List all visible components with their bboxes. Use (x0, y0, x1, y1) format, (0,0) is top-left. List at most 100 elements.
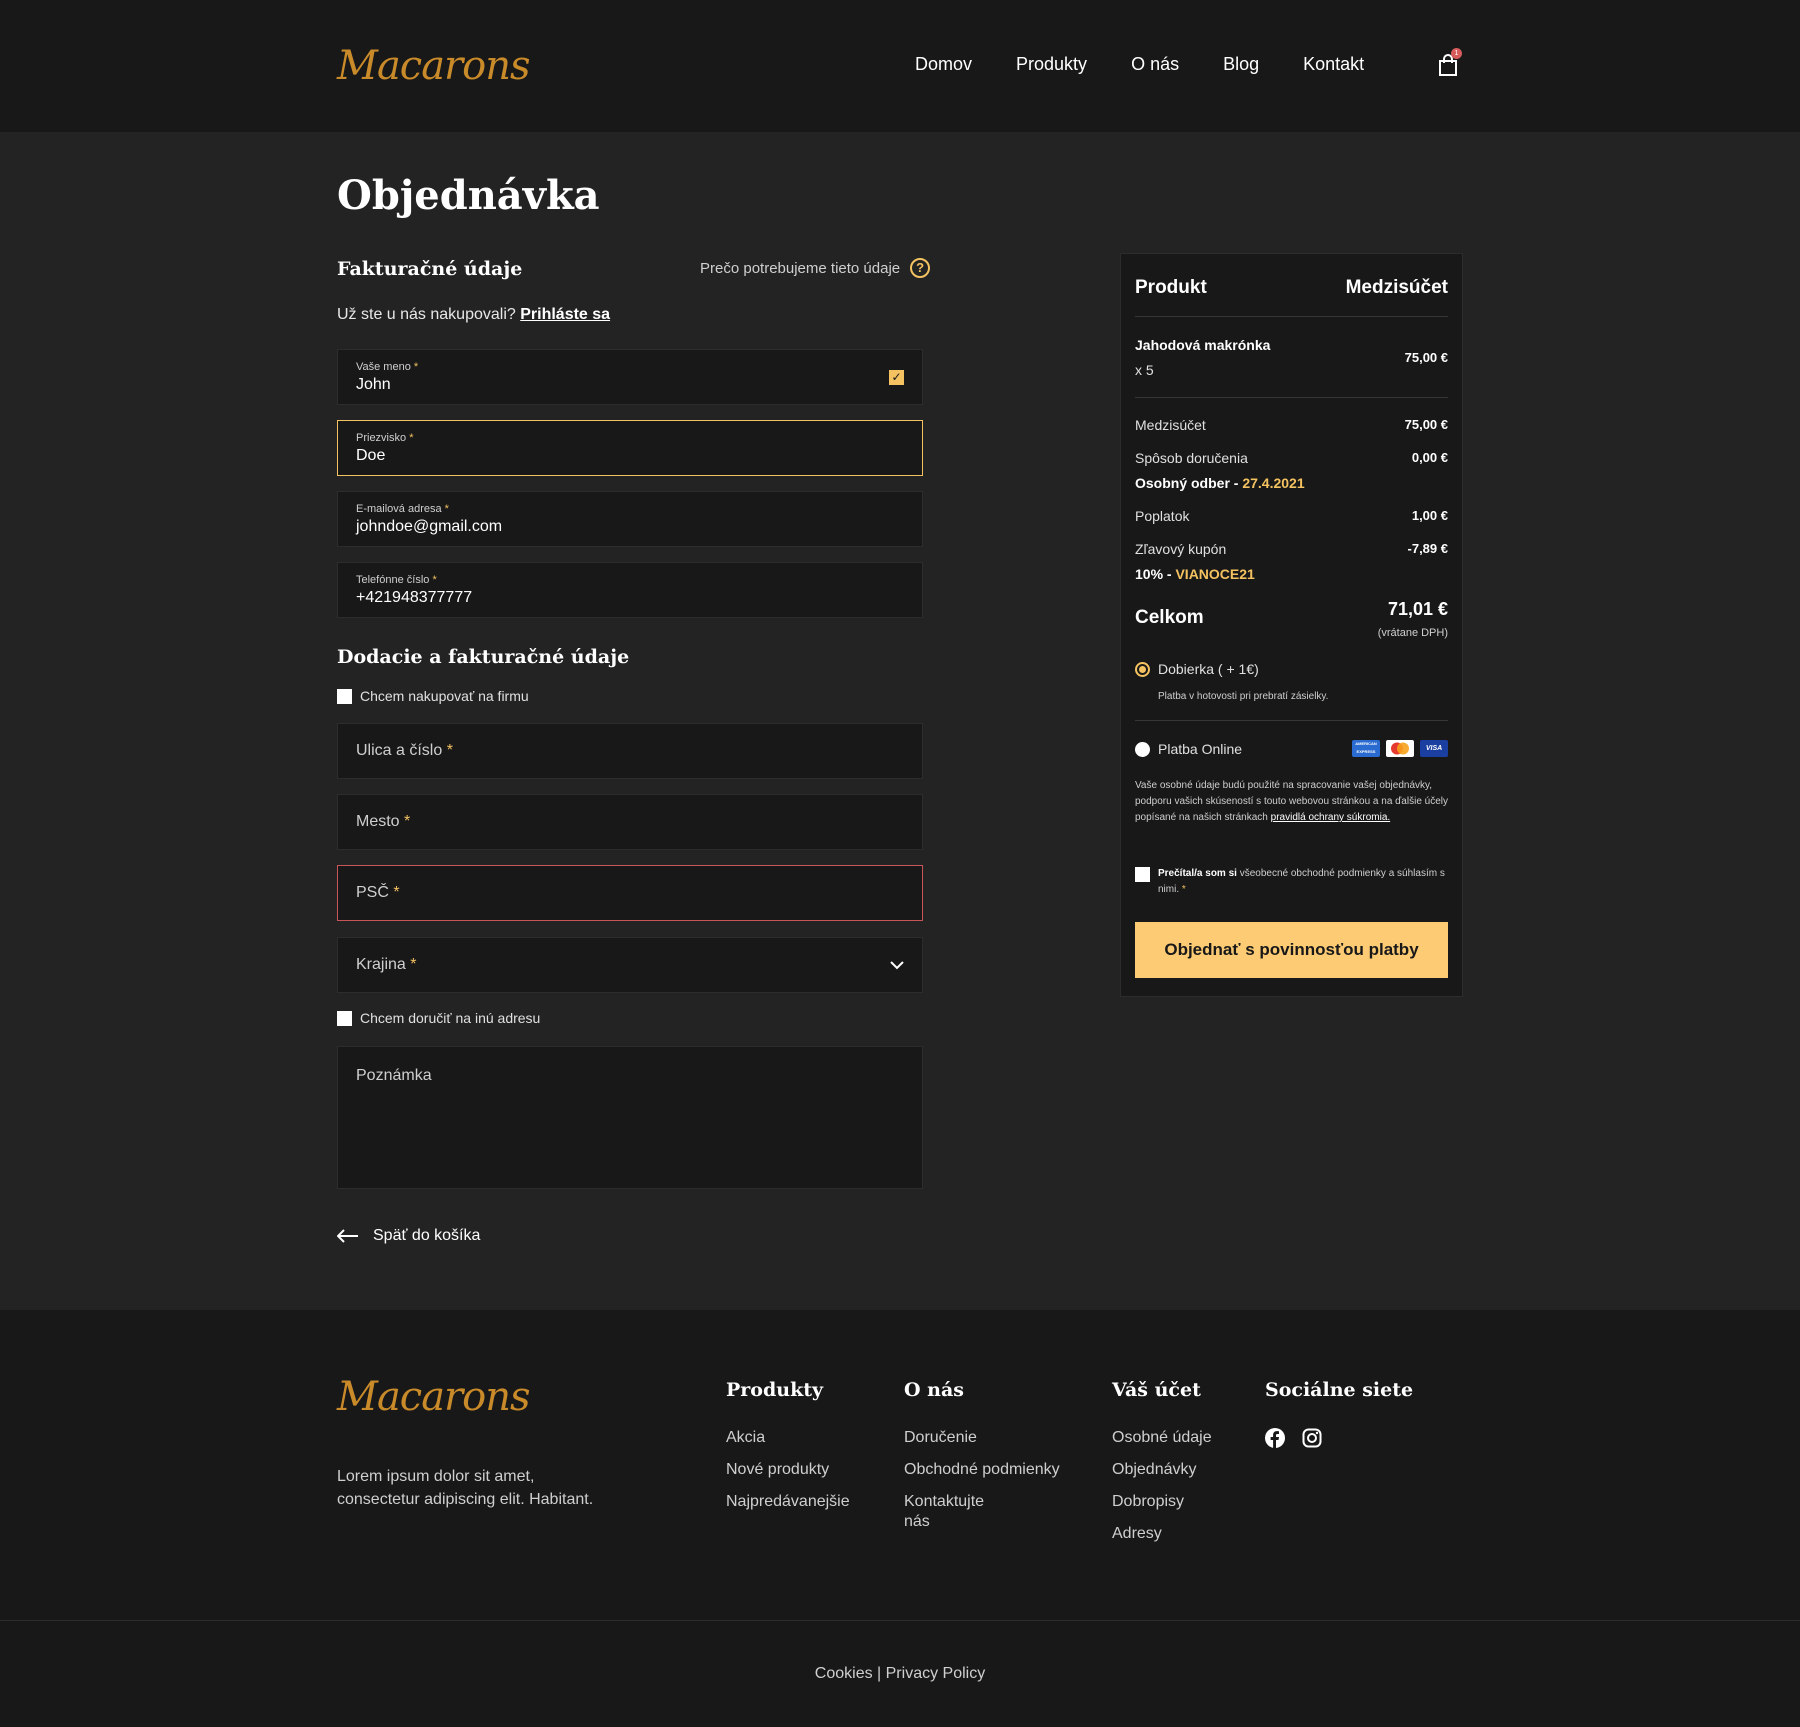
fee-label: Poplatok (1135, 508, 1190, 524)
login-prompt-text: Už ste u nás nakupovali? (337, 306, 516, 323)
nav-home[interactable]: Domov (915, 54, 972, 75)
shipping-label: Spôsob doručenia (1135, 450, 1248, 466)
shipping-value: 0,00 € (1411, 450, 1448, 465)
brand-logo[interactable]: Macarons (337, 46, 531, 86)
footer-link-personal[interactable]: Osobné údaje (1112, 1428, 1212, 1448)
email-field[interactable]: E-mailová adresa * johndoe@gmail.com (337, 491, 923, 547)
why-data-link[interactable]: Prečo potrebujeme tieto údaje ? (700, 258, 931, 278)
coupon-label: Zľavový kupón (1135, 541, 1227, 557)
subtotal-value: 75,00 € (1404, 417, 1448, 432)
nav-products[interactable]: Produkty (1016, 54, 1087, 75)
login-prompt: Už ste u nás nakupovali? Prihláste sa (337, 306, 610, 324)
note-placeholder: Poznámka (356, 1067, 432, 1084)
total-value: 71,01 € (1387, 599, 1448, 619)
last-name-label: Priezvisko * (356, 432, 414, 444)
zip-field[interactable]: PSČ * (337, 865, 923, 921)
legal-links[interactable]: Cookies | Privacy Policy (0, 1665, 1800, 1683)
nav-blog[interactable]: Blog (1223, 54, 1259, 75)
footer-link-new[interactable]: Nové produkty (726, 1460, 850, 1480)
other-address-checkbox[interactable] (337, 1010, 352, 1026)
first-name-label: Vaše meno * (356, 361, 419, 373)
pay-cod-radio[interactable] (1135, 661, 1150, 677)
footer-about-title: O nás (904, 1379, 964, 1401)
city-field[interactable]: Mesto * (337, 794, 923, 850)
instagram-icon[interactable] (1302, 1428, 1322, 1448)
mastercard-icon (1386, 740, 1414, 757)
card-logos: AMERICAN EXPRESS VISA (1352, 740, 1448, 757)
footer-link-orders[interactable]: Objednávky (1112, 1460, 1212, 1480)
amex-icon: AMERICAN EXPRESS (1352, 740, 1380, 757)
help-icon[interactable]: ? (910, 258, 931, 278)
footer-account-title: Váš účet (1112, 1379, 1201, 1401)
arrow-left-icon (337, 1229, 358, 1243)
other-address-checkbox-row[interactable]: Chcem doručiť na inú adresu (337, 1010, 540, 1026)
privacy-policy-link[interactable]: pravidlá ochrany súkromia. (1271, 812, 1391, 823)
coupon-code: 10% - VIANOCE21 (1135, 566, 1255, 582)
footer-products-title: Produkty (726, 1379, 824, 1401)
phone-value[interactable]: +421948377777 (356, 589, 472, 607)
company-checkbox[interactable] (337, 688, 352, 704)
summary-col-subtotal: Medzisúčet (1345, 277, 1448, 298)
why-data-text: Prečo potrebujeme tieto údaje (700, 259, 901, 277)
terms-row[interactable]: Prečítal/a som si všeobecné obchodné pod… (1135, 866, 1448, 898)
email-value[interactable]: johndoe@gmail.com (356, 518, 502, 536)
nav-about[interactable]: O nás (1131, 54, 1179, 75)
footer-link-contact[interactable]: Kontaktujte nás (904, 1492, 994, 1532)
item-price: 75,00 € (1404, 350, 1448, 365)
pay-online-label: Platba Online (1158, 741, 1243, 757)
country-placeholder: Krajina * (356, 956, 417, 973)
terms-label: Prečítal/a som si všeobecné obchodné pod… (1158, 868, 1445, 895)
back-to-cart-link[interactable]: Späť do košíka (337, 1227, 480, 1245)
fee-value: 1,00 € (1411, 508, 1448, 523)
pay-online-option[interactable]: Platba Online (1135, 741, 1242, 757)
footer-link-sale[interactable]: Akcia (726, 1428, 850, 1448)
order-summary: Produkt Medzisúčet Jahodová makrónka x 5… (1120, 253, 1463, 997)
footer-link-terms[interactable]: Obchodné podmienky (904, 1460, 1074, 1480)
email-label: E-mailová adresa * (356, 503, 449, 515)
first-name-field[interactable]: Vaše meno * John ✓ (337, 349, 923, 405)
street-field[interactable]: Ulica a číslo * (337, 723, 923, 779)
first-name-value[interactable]: John (356, 376, 391, 394)
shipping-date: 27.4.2021 (1242, 475, 1305, 491)
pay-cod-option[interactable]: Dobierka ( + 1€) (1135, 661, 1259, 677)
footer-link-delivery[interactable]: Doručenie (904, 1428, 1074, 1448)
footer-col-social: Sociálne siete (1265, 1379, 1413, 1448)
facebook-icon[interactable] (1265, 1428, 1285, 1448)
total-vat: (vrátane DPH) (1377, 627, 1448, 639)
chevron-down-icon[interactable] (888, 956, 906, 974)
footer-brand-logo[interactable]: Macarons (337, 1377, 531, 1417)
phone-field[interactable]: Telefónne číslo * +421948377777 (337, 562, 923, 618)
phone-label: Telefónne číslo * (356, 574, 437, 586)
billing-heading: Fakturačné údaje (337, 258, 523, 280)
footer-social-title: Sociálne siete (1265, 1379, 1414, 1401)
order-button[interactable]: Objednať s povinnosťou platby (1135, 922, 1448, 978)
summary-col-product: Produkt (1135, 277, 1207, 298)
pay-online-radio[interactable] (1135, 741, 1150, 757)
last-name-field[interactable]: Priezvisko * Doe (337, 420, 923, 476)
country-select[interactable]: Krajina * (337, 937, 923, 993)
footer-link-credit-notes[interactable]: Dobropisy (1112, 1492, 1212, 1512)
main-nav: Domov Produkty O nás Blog Kontakt (915, 54, 1408, 75)
login-link[interactable]: Prihláste sa (520, 306, 610, 323)
city-placeholder: Mesto * (356, 813, 411, 830)
note-textarea[interactable]: Poznámka (337, 1046, 923, 1189)
company-checkbox-row[interactable]: Chcem nakupovať na firmu (337, 688, 529, 704)
nav-contact[interactable]: Kontakt (1303, 54, 1364, 75)
pay-cod-desc: Platba v hotovosti pri prebratí zásielky… (1158, 691, 1329, 702)
last-name-value[interactable]: Doe (356, 447, 385, 465)
site-header: Macarons Domov Produkty O nás Blog Konta… (0, 0, 1800, 132)
visa-icon: VISA (1420, 740, 1448, 757)
terms-checkbox[interactable] (1135, 867, 1150, 882)
item-qty: x 5 (1135, 362, 1154, 378)
subtotal-label: Medzisúčet (1135, 417, 1206, 433)
footer-link-bestsellers[interactable]: Najpredávanejšie (726, 1492, 850, 1512)
other-address-label: Chcem doručiť na inú adresu (360, 1010, 541, 1026)
site-footer: Macarons Lorem ipsum dolor sit amet, con… (0, 1310, 1800, 1727)
page-title: Objednávka (337, 172, 600, 219)
item-name: Jahodová makrónka (1135, 337, 1271, 353)
delivery-heading: Dodacie a fakturačné údaje (337, 646, 630, 668)
street-placeholder: Ulica a číslo * (356, 742, 453, 759)
back-to-cart-text: Späť do košíka (373, 1227, 481, 1244)
total-label: Celkom (1135, 607, 1204, 628)
footer-link-addresses[interactable]: Adresy (1112, 1524, 1212, 1544)
